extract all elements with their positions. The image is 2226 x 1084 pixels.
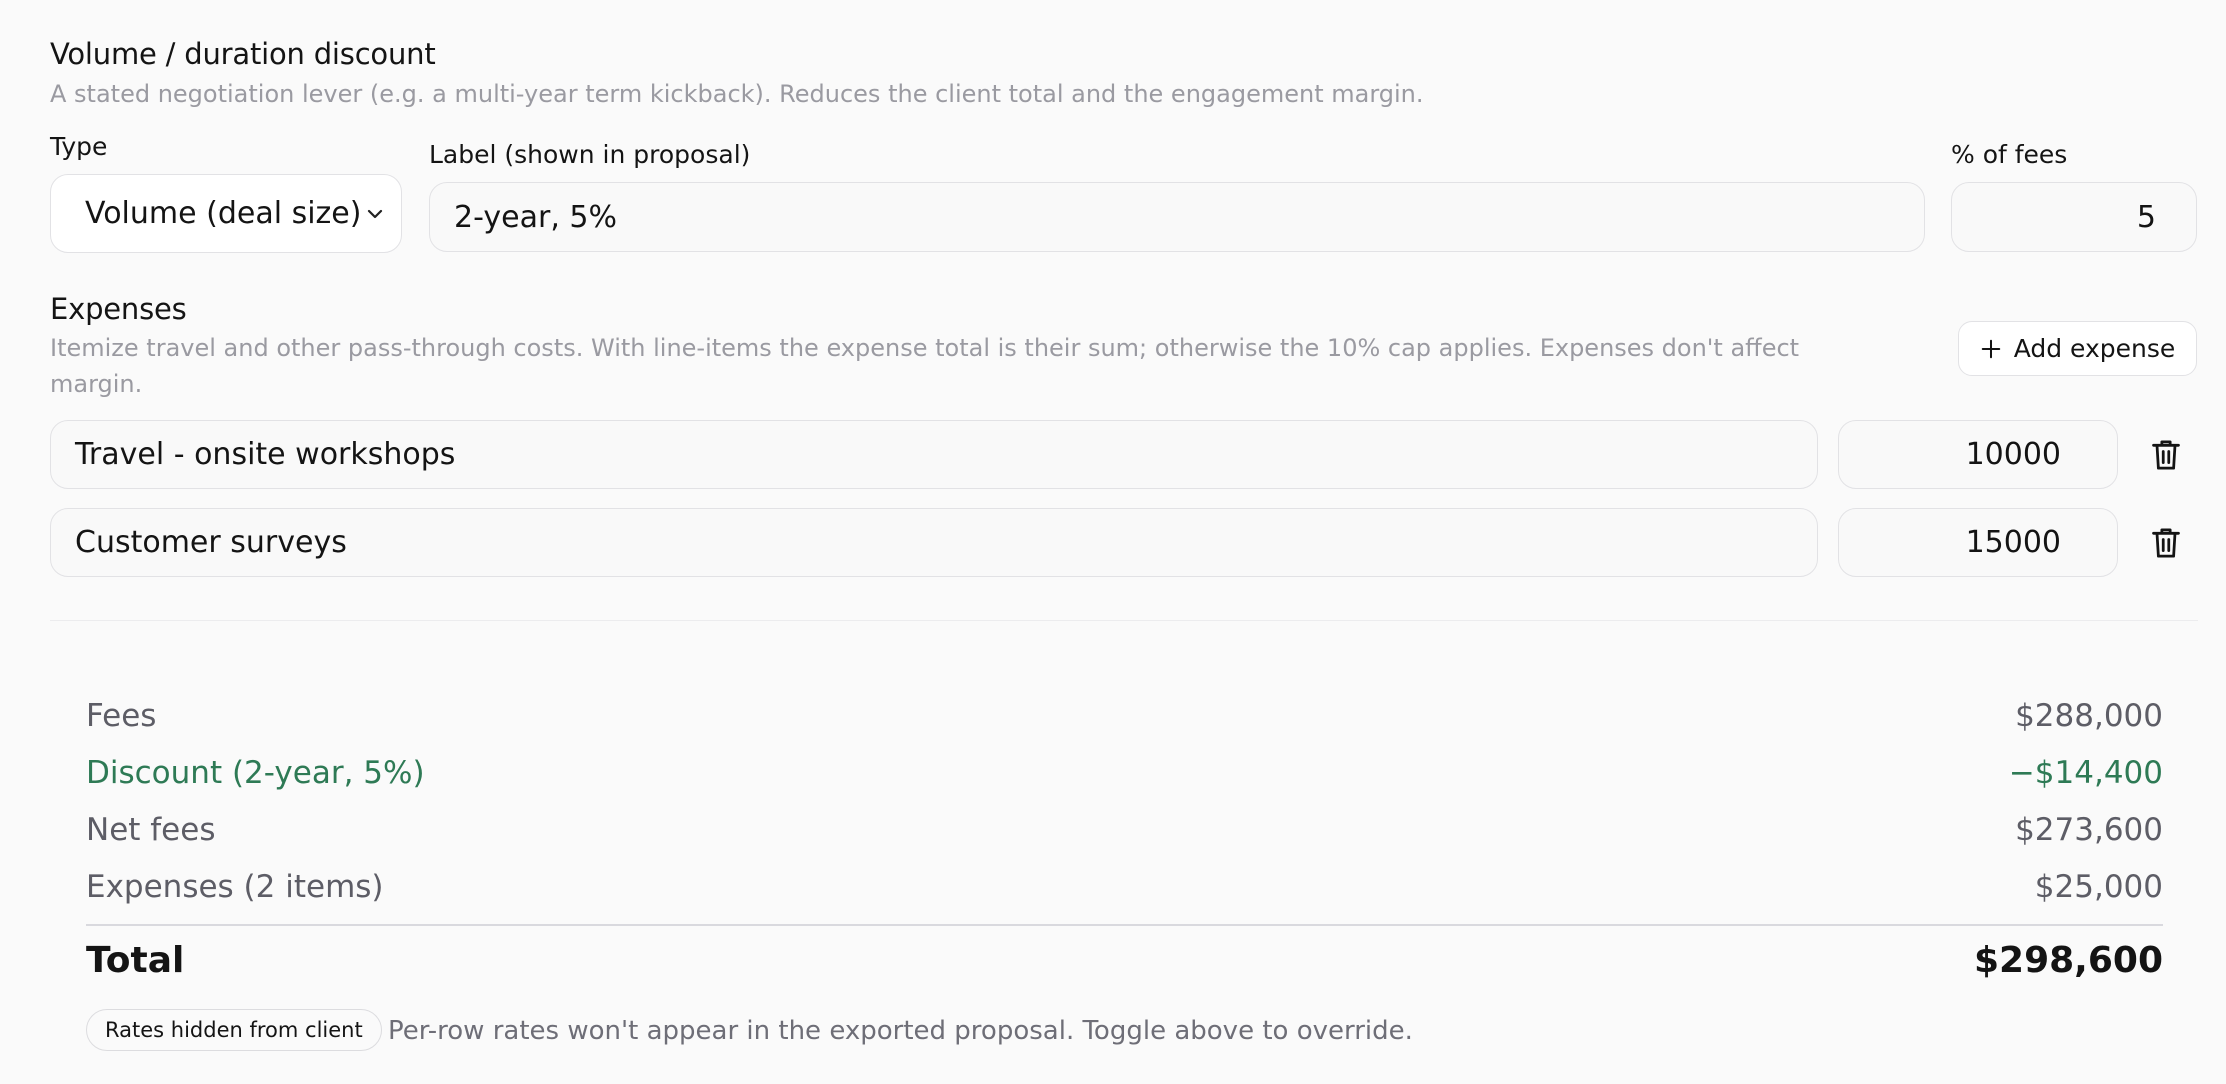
summary-value: $288,000	[2015, 698, 2163, 734]
proposal-label-label: Label (shown in proposal)	[429, 140, 751, 169]
rates-hidden-badge: Rates hidden from client	[86, 1009, 382, 1051]
summary-total-divider	[86, 924, 2163, 926]
add-expense-button[interactable]: Add expense	[1958, 321, 2197, 376]
discount-section-title: Volume / duration discount	[50, 37, 436, 71]
discount-type-value: Volume (deal size)	[85, 196, 362, 231]
summary-row-net-fees: Net fees $273,600	[86, 809, 2163, 851]
chevron-down-icon	[367, 209, 383, 218]
rates-hidden-note: Per-row rates won't appear in the export…	[388, 1016, 1413, 1046]
expense-amount-input[interactable]: 15000	[1838, 508, 2118, 577]
expense-name-value: Customer surveys	[75, 525, 347, 560]
section-divider	[50, 620, 2198, 621]
percent-of-fees-input[interactable]: 5	[1951, 182, 2197, 252]
summary-row-total: Total $298,600	[86, 935, 2163, 985]
total-value: $298,600	[1973, 939, 2163, 981]
summary-row-fees: Fees $288,000	[86, 695, 2163, 737]
summary-label: Discount (2-year, 5%)	[86, 755, 425, 791]
expense-name-input[interactable]: Customer surveys	[50, 508, 1818, 577]
expenses-section-title: Expenses	[50, 292, 187, 326]
expense-name-value: Travel - onsite workshops	[75, 437, 456, 472]
expense-amount-value: 15000	[1965, 525, 2061, 560]
expense-amount-input[interactable]: 10000	[1838, 420, 2118, 489]
discount-type-select[interactable]: Volume (deal size)	[50, 174, 402, 253]
total-label: Total	[86, 939, 185, 981]
percent-label: % of fees	[1951, 140, 2068, 169]
summary-label: Net fees	[86, 812, 216, 848]
percent-of-fees-value: 5	[2136, 199, 2156, 235]
add-expense-label: Add expense	[2013, 334, 2176, 363]
trash-icon	[2152, 440, 2180, 470]
summary-value: $273,600	[2015, 812, 2163, 848]
delete-expense-button[interactable]	[2146, 435, 2186, 475]
summary-row-expenses: Expenses (2 items) $25,000	[86, 866, 2163, 908]
trash-icon	[2152, 528, 2180, 558]
plus-icon	[1981, 339, 2000, 358]
expense-name-input[interactable]: Travel - onsite workshops	[50, 420, 1818, 489]
type-label: Type	[50, 132, 108, 161]
expenses-section-hint: Itemize travel and other pass-through co…	[50, 334, 1800, 398]
summary-value: $25,000	[2034, 869, 2163, 905]
proposal-label-input[interactable]: 2-year, 5%	[429, 182, 1925, 252]
summary-row-discount: Discount (2-year, 5%) −$14,400	[86, 752, 2163, 794]
expense-amount-value: 10000	[1965, 437, 2061, 472]
summary-label: Expenses (2 items)	[86, 869, 384, 905]
discount-section-hint: A stated negotiation lever (e.g. a multi…	[50, 80, 1424, 108]
pricing-panel: Volume / duration discount A stated nego…	[0, 0, 2226, 1084]
summary-value: −$14,400	[2008, 755, 2163, 791]
delete-expense-button[interactable]	[2146, 523, 2186, 563]
proposal-label-value: 2-year, 5%	[454, 199, 617, 235]
summary-label: Fees	[86, 698, 157, 734]
